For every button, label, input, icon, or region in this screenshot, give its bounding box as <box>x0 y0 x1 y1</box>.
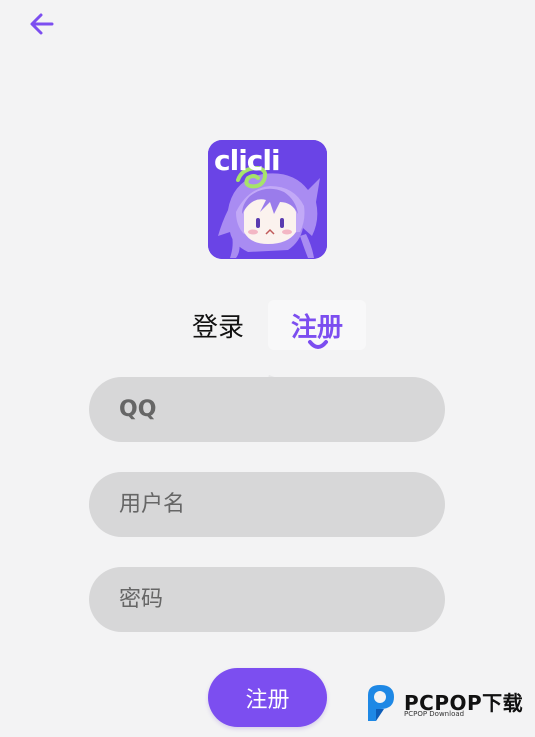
active-tab-indicator <box>308 340 328 349</box>
watermark-sub: PCPOP Download <box>404 710 465 718</box>
username-input[interactable] <box>117 491 417 518</box>
auth-tabs: 登录 注册 <box>0 300 535 360</box>
arrow-left-icon <box>30 13 54 35</box>
pcpop-logo-icon <box>368 685 394 721</box>
pcpop-watermark: PCPOP下载 PCPOP Download <box>364 683 529 723</box>
qq-input[interactable] <box>117 396 417 423</box>
back-button[interactable] <box>24 8 60 40</box>
username-field[interactable] <box>89 472 445 537</box>
qq-field[interactable] <box>89 377 445 442</box>
register-button[interactable]: 注册 <box>208 668 327 727</box>
app-logo: clicli <box>208 140 327 259</box>
password-field[interactable] <box>89 567 445 632</box>
tab-login[interactable]: 登录 <box>180 300 256 350</box>
logo-text: clicli <box>214 144 280 177</box>
password-input[interactable] <box>117 586 417 613</box>
